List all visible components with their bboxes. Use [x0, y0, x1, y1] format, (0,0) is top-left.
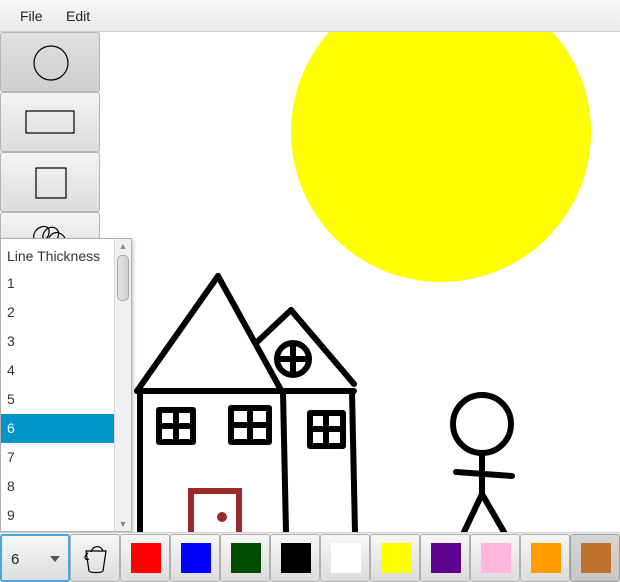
rectangle-tool-button[interactable]	[0, 92, 100, 152]
color-blue-button[interactable]	[170, 534, 220, 582]
circle-icon	[33, 45, 69, 81]
thickness-option-7[interactable]: 7	[1, 443, 115, 472]
color-dark-green-button[interactable]	[220, 534, 270, 582]
color-swatch-blue	[181, 543, 211, 573]
bottom-toolbar: 6	[0, 532, 620, 582]
canvas-drawing	[134, 32, 591, 532]
thickness-option-2[interactable]: 2	[1, 298, 115, 327]
color-yellow-button[interactable]	[370, 534, 420, 582]
line-thickness-value: 6	[11, 551, 20, 568]
color-orange-button[interactable]	[520, 534, 570, 582]
color-swatch-orange	[531, 543, 561, 573]
door-shape	[188, 488, 242, 532]
color-swatch-purple	[431, 543, 461, 573]
square-tool-button[interactable]	[0, 152, 100, 212]
line-thickness-list[interactable]: Line Thickness 1 2 3 4 5 6 7 8 9 ▲ ▼	[0, 238, 132, 532]
menu-bar: File Edit	[0, 0, 620, 32]
color-swatch-yellow	[381, 543, 411, 573]
color-swatch-black	[281, 543, 311, 573]
circle-tool-button[interactable]	[0, 32, 100, 92]
color-swatch-red	[131, 543, 161, 573]
list-scrollbar[interactable]: ▲ ▼	[114, 239, 131, 531]
color-brown-button[interactable]	[570, 534, 620, 582]
color-red-button[interactable]	[120, 534, 170, 582]
scroll-up-icon[interactable]: ▲	[115, 239, 131, 253]
scroll-down-icon[interactable]: ▼	[115, 517, 131, 531]
color-swatch-brown	[581, 543, 611, 573]
scroll-thumb[interactable]	[117, 255, 129, 301]
menu-file[interactable]: File	[20, 8, 43, 24]
chevron-down-icon	[50, 556, 60, 562]
menu-edit[interactable]: Edit	[66, 8, 90, 24]
color-swatch-pink	[481, 543, 511, 573]
color-white-button[interactable]	[320, 534, 370, 582]
thickness-option-9[interactable]: 9	[1, 501, 115, 530]
drawing-canvas[interactable]	[100, 32, 620, 532]
paint-bucket-icon	[84, 546, 107, 574]
rectangle-icon	[25, 110, 75, 134]
thickness-option-8[interactable]: 8	[1, 472, 115, 501]
thickness-option-3[interactable]: 3	[1, 327, 115, 356]
square-icon	[35, 167, 67, 199]
color-swatch-dark-green	[231, 543, 261, 573]
stick-figure-shape	[450, 392, 515, 532]
line-thickness-header: Line Thickness	[7, 248, 101, 264]
thickness-option-4[interactable]: 4	[1, 356, 115, 385]
thickness-option-6[interactable]: 6	[1, 414, 115, 443]
fill-tool-button[interactable]	[70, 534, 120, 582]
house-shape	[134, 273, 358, 532]
thickness-option-5[interactable]: 5	[1, 385, 115, 414]
sun-shape	[291, 32, 591, 282]
color-pink-button[interactable]	[470, 534, 520, 582]
thickness-option-1[interactable]: 1	[1, 269, 115, 298]
color-purple-button[interactable]	[420, 534, 470, 582]
line-thickness-combo[interactable]: 6	[0, 534, 70, 582]
color-black-button[interactable]	[270, 534, 320, 582]
color-swatch-white	[331, 543, 361, 573]
